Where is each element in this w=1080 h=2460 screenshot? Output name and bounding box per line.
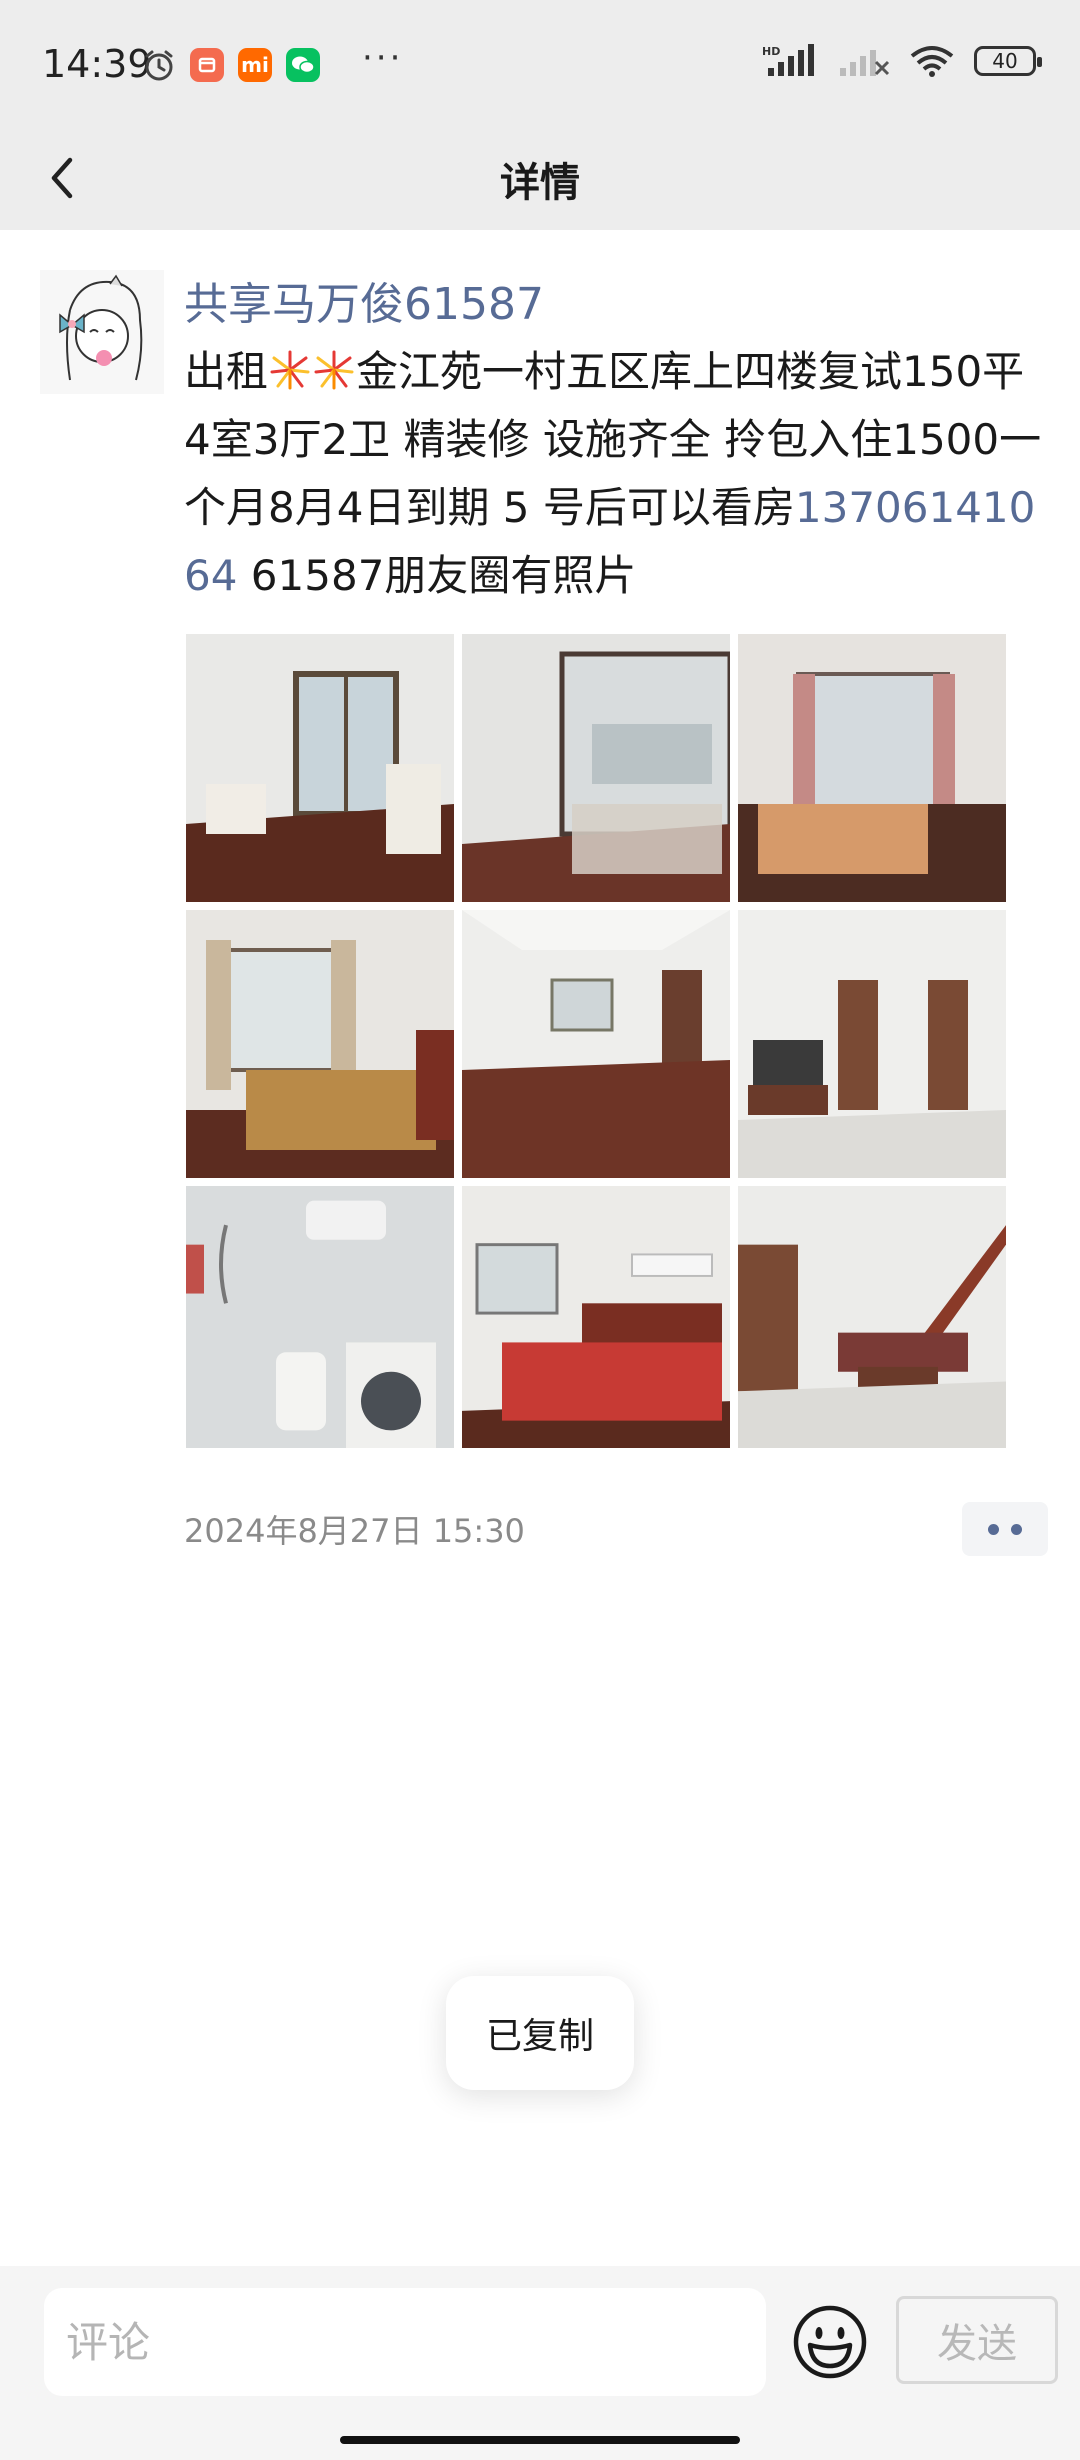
post-text[interactable]: 出租 金江苑一村五区库上四楼复试150平4室3厅2卫 精装修 设施齐全 拎包入住… [184,338,1044,610]
nav-bar: 详情 [0,132,1080,230]
send-button[interactable]: 发送 [896,2296,1058,2384]
photo-3[interactable] [738,634,1006,902]
hd-signal-icon: HD [762,44,814,76]
status-left-icons: mi ··· [142,38,403,82]
photo-9[interactable] [738,1186,1006,1448]
mi-icon: mi [238,48,272,82]
avatar[interactable] [40,270,164,394]
dot-icon [988,1523,999,1535]
alarm-icon [145,50,173,81]
more-button[interactable] [962,1502,1048,1556]
post-text-part3: 61587朋友圈有照片 [237,551,637,600]
photo-4[interactable] [186,910,454,1178]
photo-5[interactable] [462,910,730,1178]
comment-bar: 发送 [0,2266,1080,2460]
avatar-illustration [40,270,164,394]
page-title: 详情 [500,160,580,206]
dot-icon [1011,1523,1022,1535]
photo-6[interactable] [738,910,1006,1178]
home-indicator[interactable] [340,2436,740,2444]
status-bar: 14:39 mi ··· HD 40 [0,0,1080,132]
wechat-icon [286,48,320,82]
comment-input[interactable] [44,2288,766,2396]
fireworks-emoji-icon [314,350,354,390]
photo-8[interactable] [462,1186,730,1448]
emoji-icon[interactable] [792,2304,868,2380]
post-time: 2024年8月27日 15:30 [184,1512,525,1550]
battery-icon: 40 [974,46,1042,76]
more-dots-icon: ··· [362,38,404,78]
fireworks-emoji-icon [270,350,310,390]
status-time: 14:39 [42,42,152,86]
photo-grid [186,634,1006,1448]
photo-2[interactable] [462,634,730,902]
toast: 已复制 [446,1976,634,2090]
photo-7[interactable] [186,1186,454,1448]
signal-icon [840,50,890,76]
post-text-part1: 出租 [184,347,269,396]
status-right-icons: HD 40 [762,44,1042,78]
hd-label: HD [762,45,780,58]
wifi-icon [910,46,954,77]
app-icon-orange [190,48,224,82]
author-name[interactable]: 共享马万俊61587 [184,268,544,332]
photo-1[interactable] [186,634,454,902]
